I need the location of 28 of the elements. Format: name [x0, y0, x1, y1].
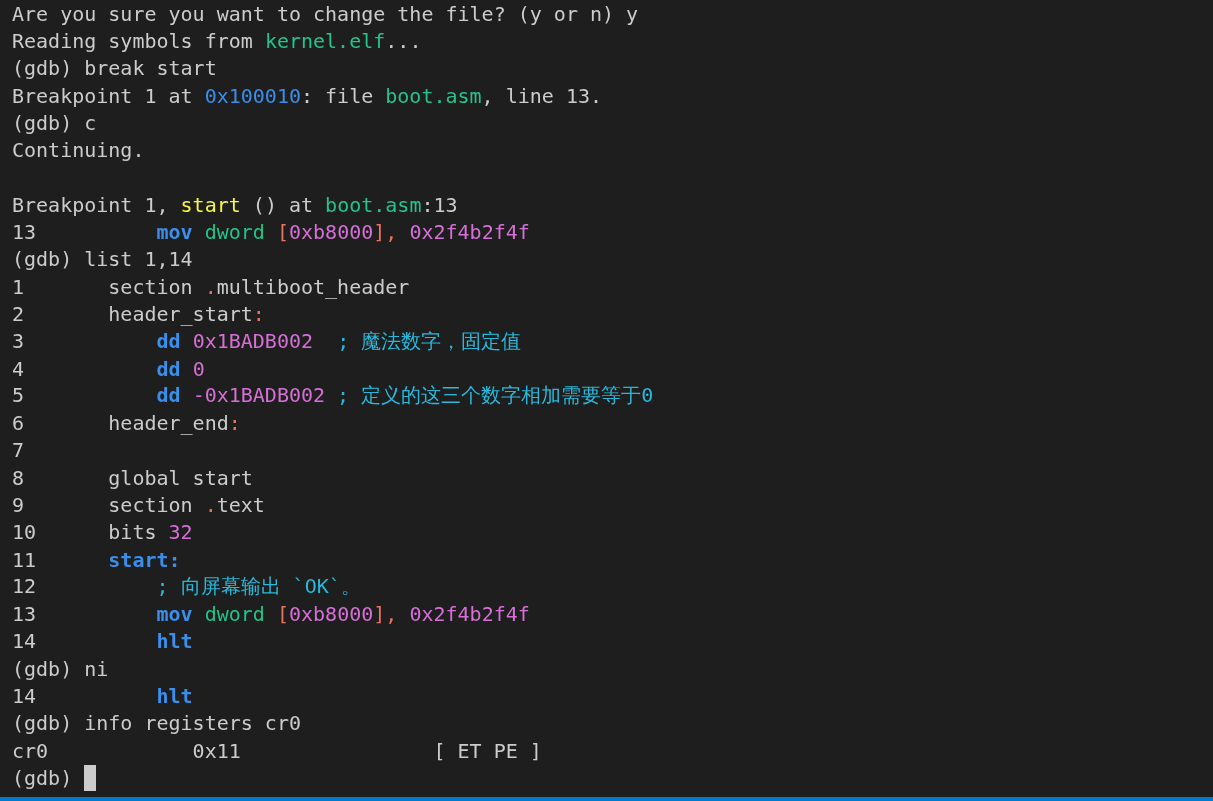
- terminal-line: (gdb) info registers cr0: [12, 711, 301, 736]
- terminal-line: 14 hlt: [12, 629, 193, 654]
- terminal-line: 9 section .text: [12, 493, 265, 517]
- terminal-line: 6 header_end:: [12, 411, 241, 436]
- terminal-line: Reading symbols from kernel.elf...: [12, 28, 422, 53]
- terminal-line: 14 hlt: [12, 684, 193, 709]
- terminal-line: 13 mov dword [0xb8000], 0x2f4b2f4f: [12, 602, 530, 627]
- terminal-line: (gdb) c: [12, 110, 97, 135]
- terminal-line: Breakpoint 1 at 0x100010: file boot.asm, line 13.: [12, 83, 603, 108]
- terminal-line: 5 dd -0x1BADB002 ; 定义的这三个数字相加需要等于0: [12, 382, 654, 410]
- terminal-line: Continuing.: [12, 138, 145, 163]
- terminal-line: 4 dd 0: [12, 356, 205, 381]
- terminal-line: 7: [12, 438, 25, 463]
- terminal-line: 11 start:: [12, 547, 181, 572]
- terminal-line: (gdb) break start: [12, 56, 217, 81]
- terminal-line: (gdb): [12, 765, 74, 790]
- terminal-line: cr0 0x11 [ ET PE ]: [12, 738, 542, 763]
- terminal-line: (gdb) ni: [12, 656, 109, 681]
- terminal-line: (gdb) list 1,14: [12, 247, 193, 272]
- terminal-line: 1 section .multiboot_header: [12, 274, 410, 299]
- terminal-line: Are you sure you want to change the file? (y or n) y: [12, 1, 639, 26]
- terminal-line: 8 global start: [12, 465, 253, 490]
- terminal-line: 12 ; 向屏幕输出 `OK`。: [12, 573, 361, 601]
- terminal-line: 10 bits 32: [12, 520, 193, 545]
- terminal-line: 3 dd 0x1BADB002 ; 魔法数字，固定值: [12, 327, 522, 355]
- terminal-line: 13 mov dword [0xb8000], 0x2f4b2f4f: [12, 220, 530, 244]
- terminal-line: 2 header_start:: [12, 301, 265, 326]
- terminal-line: Breakpoint 1, start () at boot.asm:13: [12, 192, 458, 217]
